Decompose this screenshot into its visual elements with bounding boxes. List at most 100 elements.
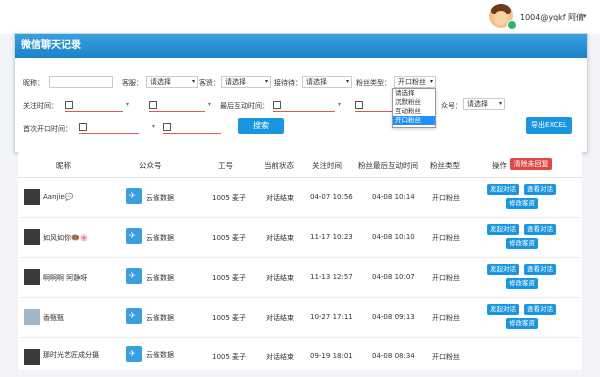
first-open-end[interactable] — [163, 122, 221, 134]
last-interact-start[interactable] — [273, 100, 335, 112]
start-chat-button[interactable]: 发起对话 — [487, 224, 519, 235]
kefu-select-value: 请选择 — [150, 78, 171, 86]
online-status-icon — [507, 20, 517, 30]
cell-last-interact: 04-08 09:13 — [372, 313, 415, 321]
chevron-down-icon: ▾ — [191, 78, 195, 85]
chevron-down-icon[interactable]: ▾ — [338, 101, 341, 108]
kefu-select[interactable]: 请选择 ▾ — [146, 76, 198, 88]
cell-fan-type: 开口粉丝 — [432, 194, 460, 202]
clear-unreplied-button[interactable]: 清除未回复 — [510, 158, 552, 170]
cell-last-interact: 04-08 08:34 — [372, 352, 415, 360]
col-nickname: 昵称 — [56, 161, 71, 170]
kezi-select[interactable]: 请选择 ▾ — [221, 76, 271, 88]
dropdown-option[interactable]: 沉默粉丝 — [393, 98, 435, 107]
edit-kezi-button[interactable]: 修改客资 — [506, 278, 538, 289]
follow-time-start[interactable] — [65, 100, 123, 112]
cell-follow-time: 04-07 10:56 — [310, 193, 353, 201]
dropdown-option[interactable]: 互动粉丝 — [393, 107, 435, 116]
fan-type-select[interactable]: 开口粉丝 ▾ — [394, 76, 436, 88]
panel-title: 微信聊天记录 — [15, 34, 587, 58]
col-id: 工号 — [218, 161, 233, 170]
user-avatar — [24, 309, 40, 325]
account-select[interactable]: 请选择 ▾ — [463, 98, 505, 110]
last-interact-end[interactable] — [355, 100, 393, 112]
account-logo-icon: ✈ — [126, 346, 142, 362]
cell-follow-time: 09-19 18:01 — [310, 352, 353, 360]
edit-kezi-button[interactable]: 修改客资 — [506, 318, 538, 329]
chevron-down-icon: ▾ — [345, 78, 349, 85]
view-chat-button[interactable]: 查看对话 — [524, 224, 556, 235]
cell-last-interact: 04-08 10:10 — [372, 233, 415, 241]
cell-status: 对话结束 — [266, 274, 294, 282]
account-logo-icon: ✈ — [126, 308, 142, 324]
kezi-label: 客资： — [199, 79, 220, 87]
user-avatar — [24, 349, 40, 365]
bird-icon: ✈ — [129, 349, 136, 358]
dropdown-option[interactable]: 请选择 — [393, 89, 435, 98]
cell-id: 1005 麦子 — [212, 274, 247, 282]
view-chat-button[interactable]: 查看对话 — [524, 304, 556, 315]
start-chat-button[interactable]: 发起对话 — [487, 304, 519, 315]
calendar-icon — [79, 123, 87, 131]
account-select-value: 请选择 — [467, 100, 488, 108]
chevron-down-icon: ▾ — [429, 78, 433, 85]
cell-fan-type: 开口粉丝 — [432, 314, 460, 322]
filter-panel: 微信聊天记录 昵称： 客服： 请选择 ▾ 客资： 请选择 ▾ 接待待： 请选择 ▾ 粉… — [14, 33, 588, 153]
chevron-down-icon[interactable]: ▾ — [208, 101, 211, 108]
cell-nickname: 如风如你🍩🌸 — [43, 234, 89, 242]
bird-icon: ✈ — [129, 311, 136, 320]
cell-status: 对话结束 — [266, 234, 294, 242]
cell-account: 云雀数据 — [146, 314, 174, 322]
follow-time-end[interactable] — [149, 100, 205, 112]
calendar-icon — [355, 101, 363, 109]
view-chat-button[interactable]: 查看对话 — [524, 184, 556, 195]
cell-fan-type: 开口粉丝 — [432, 234, 460, 242]
table-header: 昵称 公众号 工号 当前状态 关注时间 粉丝最后互动时间 粉丝类型 操作 清除未… — [18, 151, 582, 178]
start-chat-button[interactable]: 发起对话 — [487, 184, 519, 195]
account-logo-icon: ✈ — [126, 188, 142, 204]
col-last-interact: 粉丝最后互动时间 — [358, 161, 418, 170]
bird-icon: ✈ — [129, 231, 136, 240]
cell-nickname: 香甄甄 — [43, 314, 64, 322]
cell-account: 云雀数据 — [146, 194, 174, 202]
cell-account: 云雀数据 — [146, 274, 174, 282]
chevron-down-icon[interactable]: ▾ — [126, 101, 129, 108]
cell-id: 1005 麦子 — [212, 353, 247, 361]
nickname-label: 昵称： — [23, 79, 44, 87]
reception-select-value: 请选择 — [306, 78, 327, 86]
user-name[interactable]: 1004@yqkf 阿倩 — [520, 12, 584, 23]
reception-select[interactable]: 请选择 ▾ — [302, 76, 352, 88]
view-chat-button[interactable]: 查看对话 — [524, 264, 556, 275]
chevron-down-icon[interactable]: ▾ — [152, 123, 155, 130]
chat-records-table: 昵称 公众号 工号 当前状态 关注时间 粉丝最后互动时间 粉丝类型 操作 清除未… — [18, 151, 582, 370]
follow-time-label: 关注时间： — [23, 102, 58, 110]
edit-kezi-button[interactable]: 修改客资 — [506, 198, 538, 209]
table-row: 如风如你🍩🌸 ✈ 云雀数据 1005 麦子 对话结束 11-17 10:23 0… — [18, 218, 582, 258]
cell-fan-type: 开口粉丝 — [432, 353, 460, 361]
first-open-start[interactable] — [79, 122, 139, 134]
kezi-select-value: 请选择 — [225, 78, 246, 86]
dropdown-option-selected[interactable]: 开口粉丝 — [393, 116, 435, 125]
cell-status: 对话结束 — [266, 194, 294, 202]
start-chat-button[interactable]: 发起对话 — [487, 264, 519, 275]
chevron-down-icon: ▾ — [498, 100, 502, 107]
cell-account: 云雀数据 — [146, 351, 174, 359]
account-logo-icon: ✈ — [126, 268, 142, 284]
cell-nickname: 那时光艺匠成分摄 — [43, 351, 99, 359]
export-excel-button[interactable]: 导出EXCEL — [526, 117, 572, 134]
user-avatar — [24, 229, 40, 245]
cell-follow-time: 11-17 10:23 — [310, 233, 353, 241]
cell-last-interact: 04-08 10:14 — [372, 193, 415, 201]
account-label: 众号： — [441, 102, 462, 110]
cell-last-interact: 04-08 10:07 — [372, 273, 415, 281]
nickname-input[interactable] — [49, 76, 113, 88]
col-actions: 操作 — [492, 161, 507, 170]
avatar-face — [494, 11, 508, 25]
calendar-icon — [163, 123, 171, 131]
search-button[interactable]: 搜索 — [238, 118, 284, 134]
calendar-icon — [273, 101, 281, 109]
table-row: 啊啊啊 阿静呀 ✈ 云雀数据 1005 麦子 对话结束 11-13 12:57 … — [18, 258, 582, 298]
chevron-down-icon[interactable]: ▾ — [583, 12, 587, 20]
edit-kezi-button[interactable]: 修改客资 — [506, 238, 538, 249]
calendar-icon — [149, 101, 157, 109]
